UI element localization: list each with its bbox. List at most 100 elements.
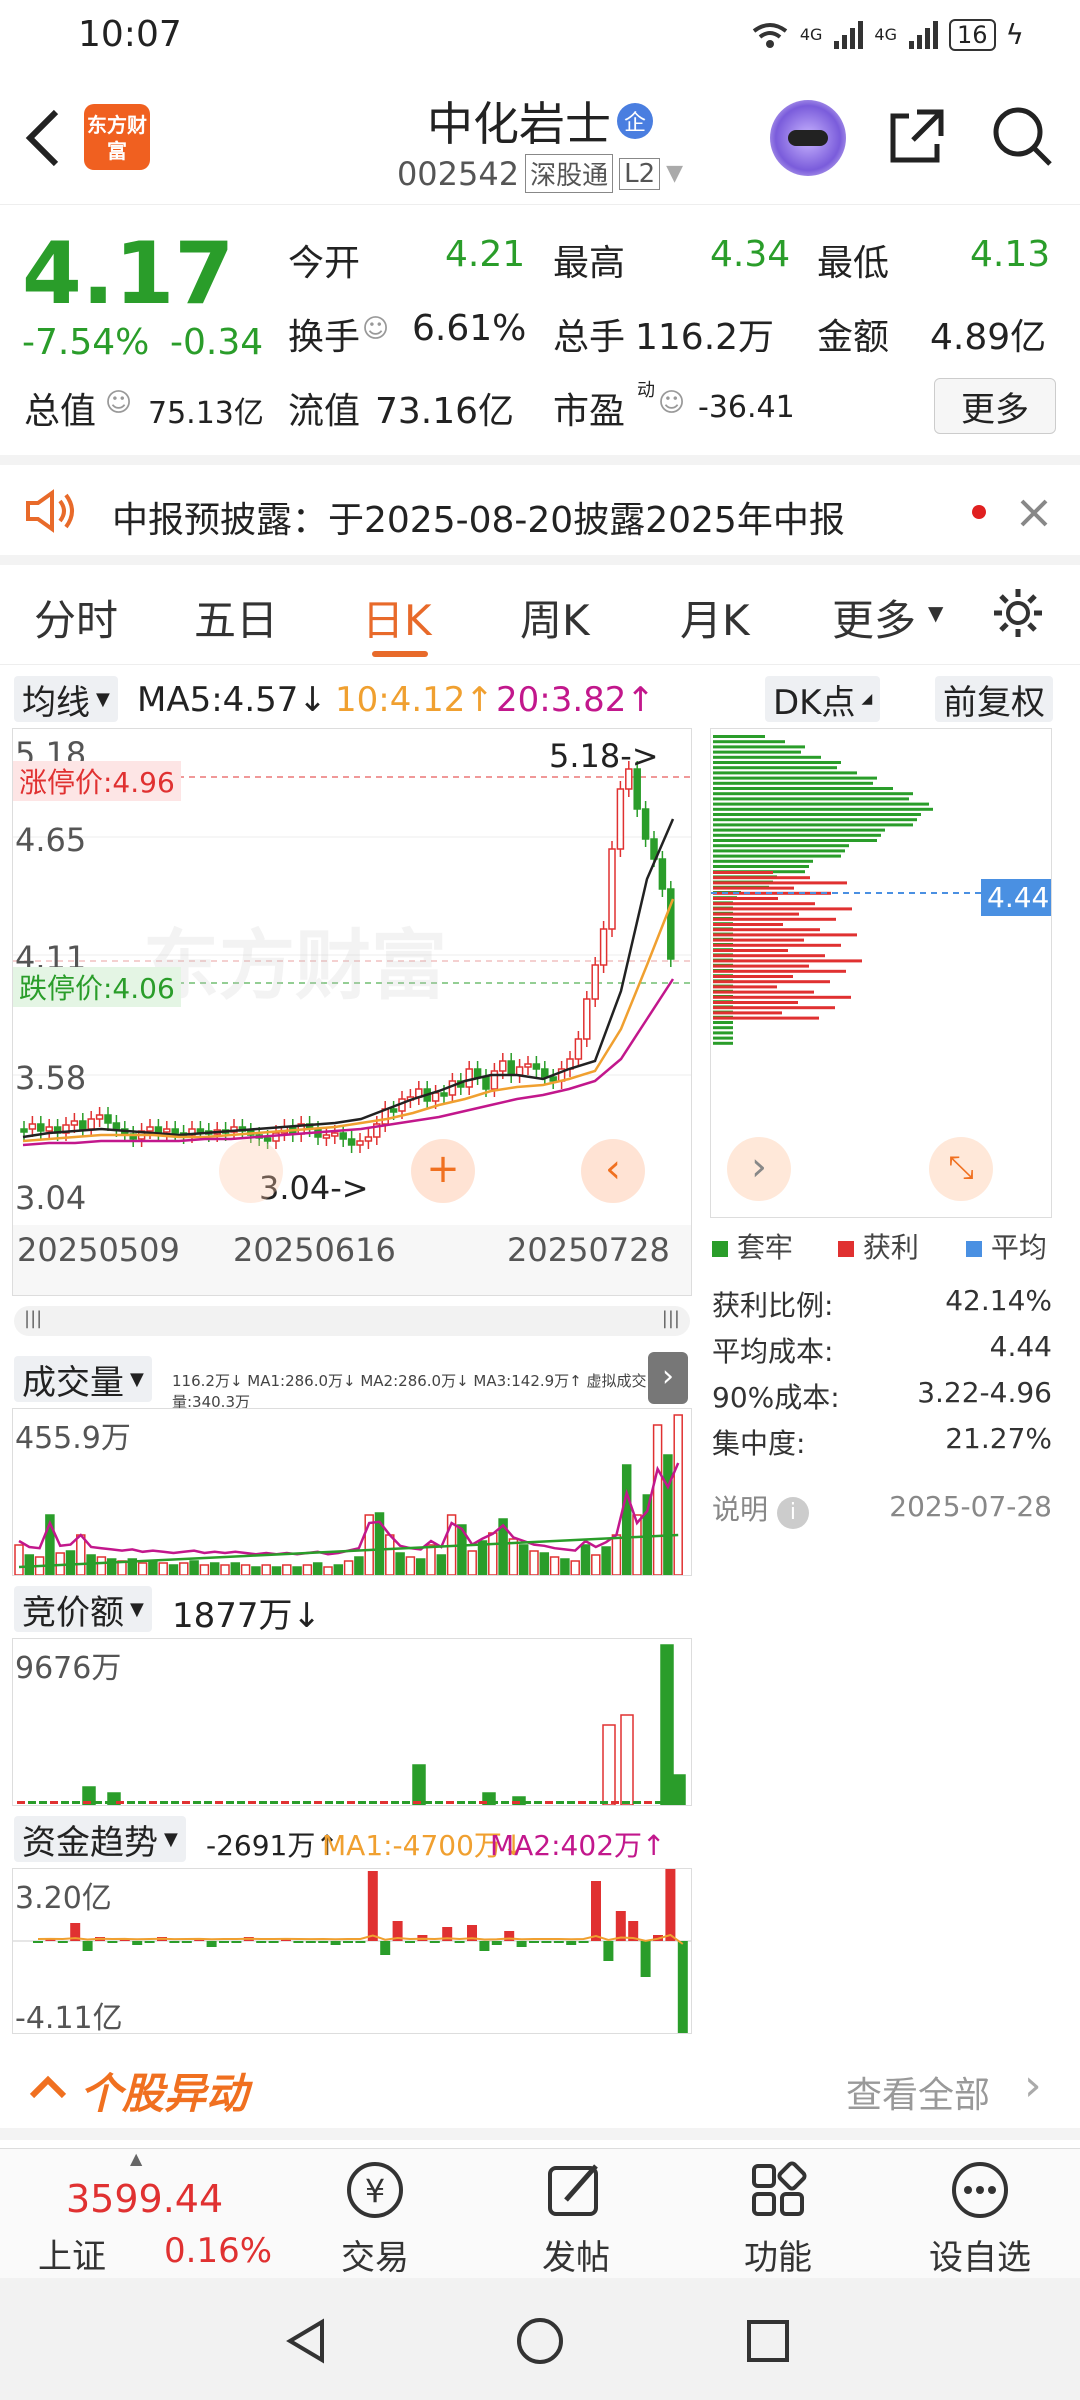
- chip-bar-profit: [713, 995, 851, 999]
- auction-bar-small: [413, 1801, 421, 1804]
- auction-selector[interactable]: 竞价额 ▼: [14, 1586, 152, 1633]
- auction-bar-small: [490, 1801, 498, 1804]
- fund-bar: [181, 1941, 192, 1943]
- volume-bar: [673, 1414, 683, 1575]
- index-value[interactable]: 3599.44: [66, 2177, 223, 2221]
- candle: [482, 1076, 490, 1090]
- auction-bar-small: [457, 1801, 465, 1804]
- chip-bar-trapped: [713, 755, 821, 759]
- nav-recent-icon[interactable]: [745, 2318, 791, 2364]
- tab-daily-k[interactable]: 日K: [362, 587, 432, 648]
- fund-bar: [169, 1941, 180, 1943]
- close-icon[interactable]: [1018, 497, 1050, 529]
- collapse-button[interactable]: ›: [648, 1352, 688, 1404]
- auction-bar-small: [193, 1801, 201, 1804]
- volume-selector[interactable]: 成交量 ▼: [14, 1356, 152, 1403]
- tab-five-day[interactable]: 五日: [194, 587, 278, 648]
- chip-bar-trapped: [713, 787, 893, 790]
- function-button[interactable]: 功能: [698, 2158, 858, 2279]
- fund-bar: [318, 1941, 329, 1943]
- legend-average: 平均: [966, 1226, 1047, 1266]
- next-button[interactable]: ›: [727, 1137, 791, 1201]
- chip-bar-profit: [713, 923, 783, 926]
- auction-bar-small: [512, 1801, 520, 1804]
- fund-chart[interactable]: 3.20亿 -4.11亿: [12, 1868, 692, 2034]
- scroll-handle-left[interactable]: |||: [24, 1308, 42, 1329]
- info-icon[interactable]: ☺: [105, 388, 132, 418]
- battery-icon: 16: [948, 18, 996, 51]
- auction-bar-small: [424, 1801, 432, 1804]
- movement-title: 个股异动: [80, 2069, 249, 2118]
- chevron-down-icon: ▼: [928, 601, 944, 625]
- chevron-right-icon[interactable]: ›: [1024, 2060, 1042, 2111]
- notice-bar[interactable]: 中报预披露：于2025-08-20披露2025年中报: [0, 455, 1080, 565]
- auction-bar-small: [226, 1801, 234, 1804]
- volume-bar: [477, 1540, 488, 1575]
- auction-bar-small: [545, 1801, 553, 1804]
- scroll-handle-right[interactable]: |||: [662, 1308, 680, 1329]
- auction-bar-small: [171, 1801, 179, 1804]
- expand-button[interactable]: ⤡: [929, 1137, 993, 1201]
- chip-bar-profit: [713, 938, 804, 942]
- volume-bar: [209, 1562, 220, 1575]
- note-link[interactable]: 说明 i: [712, 1488, 809, 1529]
- chip-bar-trapped: [713, 797, 909, 801]
- volume-bar: [426, 1544, 436, 1575]
- chip-bar-trapped: [713, 792, 913, 796]
- signal-icon: [834, 20, 864, 49]
- tab-monthly-k[interactable]: 月K: [680, 587, 750, 648]
- dropdown-icon[interactable]: ▼: [666, 161, 683, 186]
- nav-back-icon[interactable]: [282, 2316, 332, 2366]
- trade-button[interactable]: ¥ 交易: [295, 2158, 455, 2279]
- auction-value: 1877万↓: [172, 1596, 322, 1636]
- candle: [146, 1126, 154, 1132]
- tab-weekly-k[interactable]: 周K: [520, 587, 590, 648]
- view-all-link[interactable]: 查看全部: [846, 2066, 990, 2118]
- nav-home-icon[interactable]: [515, 2316, 565, 2366]
- candle: [633, 768, 641, 810]
- volume-bar: [560, 1558, 570, 1575]
- chip-distribution[interactable]: 4.44 › ⤡: [710, 728, 1052, 1218]
- prev-button[interactable]: ‹: [581, 1139, 645, 1203]
- ma-selector[interactable]: 均线 ▼: [14, 676, 118, 723]
- fund-selector[interactable]: 资金趋势 ▼: [14, 1816, 186, 1863]
- tab-minute[interactable]: 分时: [34, 587, 118, 648]
- gear-icon[interactable]: [990, 585, 1046, 641]
- fund-bar: [516, 1941, 527, 1947]
- kline-chart[interactable]: 东方财富 5.18 4.65 4.11 3.58 3.04 涨停价:4.96 跌…: [12, 728, 692, 1296]
- robot-avatar-icon[interactable]: [770, 100, 846, 176]
- crosshair-button[interactable]: +: [411, 1139, 475, 1203]
- movement-bar[interactable]: 个股异动 查看全部 ›: [0, 2040, 1080, 2140]
- auction-bar-small: [105, 1801, 113, 1804]
- volume-bar: [168, 1564, 179, 1575]
- auction-bar-small: [578, 1801, 586, 1804]
- fq-button[interactable]: 前复权: [935, 676, 1053, 723]
- search-icon[interactable]: [990, 104, 1054, 168]
- volume-bar: [292, 1566, 302, 1575]
- candle: [541, 1068, 549, 1078]
- post-button[interactable]: 发帖: [496, 2158, 656, 2279]
- auction-bar-small: [600, 1801, 608, 1804]
- info-icon[interactable]: ☺: [362, 314, 389, 344]
- index-pct[interactable]: 0.16%: [164, 2231, 272, 2271]
- svg-text:¥: ¥: [365, 2172, 385, 2210]
- stock-code: 002542: [396, 154, 520, 193]
- volume-chart[interactable]: 455.9万: [12, 1408, 692, 1576]
- active-tab-indicator: [372, 651, 428, 657]
- share-icon[interactable]: [885, 104, 949, 168]
- more-button[interactable]: 更多: [934, 378, 1056, 434]
- net-label-1: 4G: [799, 25, 823, 44]
- tab-more[interactable]: 更多: [832, 587, 916, 648]
- change-pct: -7.54%: [22, 322, 150, 363]
- fund-max: 3.20亿: [15, 1881, 112, 1916]
- volume-bar: [621, 1464, 632, 1575]
- add-watchlist-button[interactable]: 设自选: [900, 2158, 1060, 2279]
- dk-point-button[interactable]: DK点 ◢: [765, 676, 881, 723]
- info-icon[interactable]: ☺: [658, 388, 685, 418]
- ma10-value: 10:4.12↑: [335, 680, 494, 720]
- chart-scroller[interactable]: ||| |||: [14, 1306, 690, 1336]
- candle: [448, 1080, 457, 1096]
- auction-bar-small: [116, 1801, 124, 1804]
- index-name[interactable]: 上证: [38, 2229, 106, 2278]
- auction-chart[interactable]: 9676万: [12, 1638, 692, 1806]
